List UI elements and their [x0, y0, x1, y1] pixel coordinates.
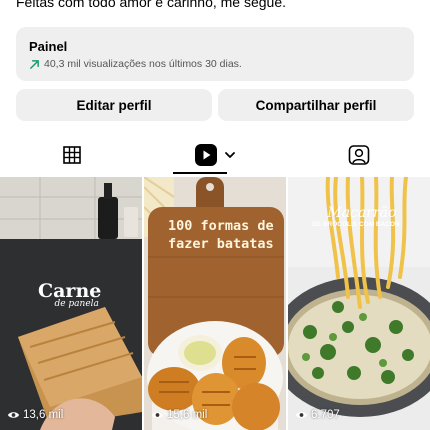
profile-bio: Feitas com todo amor e carinho, me segue…: [16, 0, 287, 10]
reel-title-overlay: Carne de panela: [38, 280, 101, 309]
reel-thumbnail[interactable]: Carne de panela 13,6 mil: [0, 177, 142, 430]
reel-view-count: 13,6 mil: [7, 409, 63, 421]
reel-thumbnail[interactable]: Macarrão DE BRÓCOLIS COM BACON 6.707: [288, 177, 430, 430]
edit-profile-button[interactable]: Editar perfil: [16, 89, 212, 121]
eye-icon: [151, 412, 164, 418]
eye-icon: [295, 412, 308, 418]
reel-views: 15,6 mil: [167, 409, 208, 421]
trend-up-arrow-icon: [30, 59, 39, 69]
reel-view-count: 15,6 mil: [151, 409, 207, 421]
reel-subtitle: DE BRÓCOLIS COM BACON: [312, 221, 400, 228]
tab-tagged[interactable]: [287, 135, 430, 175]
tab-posts-grid[interactable]: [0, 135, 143, 175]
reel-thumbnail[interactable]: 100 formas de fazer batatas 15,6 mil: [144, 177, 286, 430]
reel-title: 100 formas de: [168, 218, 274, 234]
tab-reels[interactable]: [143, 135, 286, 175]
active-tab-indicator: [173, 172, 227, 174]
profile-tabs: [0, 135, 430, 175]
reel-subtitle: de panela: [54, 299, 99, 309]
tagged-icon: [348, 145, 369, 165]
share-profile-button[interactable]: Compartilhar perfil: [218, 89, 414, 121]
reels-icon: [194, 144, 217, 166]
dashboard-stats: 40,3 mil visualizações nos últimos 30 di…: [29, 58, 402, 70]
dashboard-subtitle: 40,3 mil visualizações nos últimos 30 di…: [44, 58, 242, 70]
professional-dashboard[interactable]: Painel 40,3 mil visualizações nos último…: [16, 27, 414, 81]
reel-views: 13,6 mil: [23, 409, 64, 421]
reel-title: Macarrão: [327, 205, 397, 221]
reel-views: 6.707: [311, 409, 340, 421]
reels-grid: Carne de panela 13,6 mil 100 formas de f…: [0, 177, 430, 430]
reel-title-overlay: 100 formas de fazer batatas: [168, 218, 274, 252]
dashboard-title: Painel: [29, 39, 68, 54]
chevron-down-icon: [224, 152, 235, 158]
grid-icon: [62, 146, 81, 164]
reel-title-overlay: Macarrão DE BRÓCOLIS COM BACON: [312, 205, 400, 228]
reel-thumbnail-image: [144, 177, 286, 430]
eye-icon: [7, 412, 20, 418]
reel-view-count: 6.707: [295, 409, 340, 421]
reel-subtitle: fazer batatas: [168, 236, 274, 252]
